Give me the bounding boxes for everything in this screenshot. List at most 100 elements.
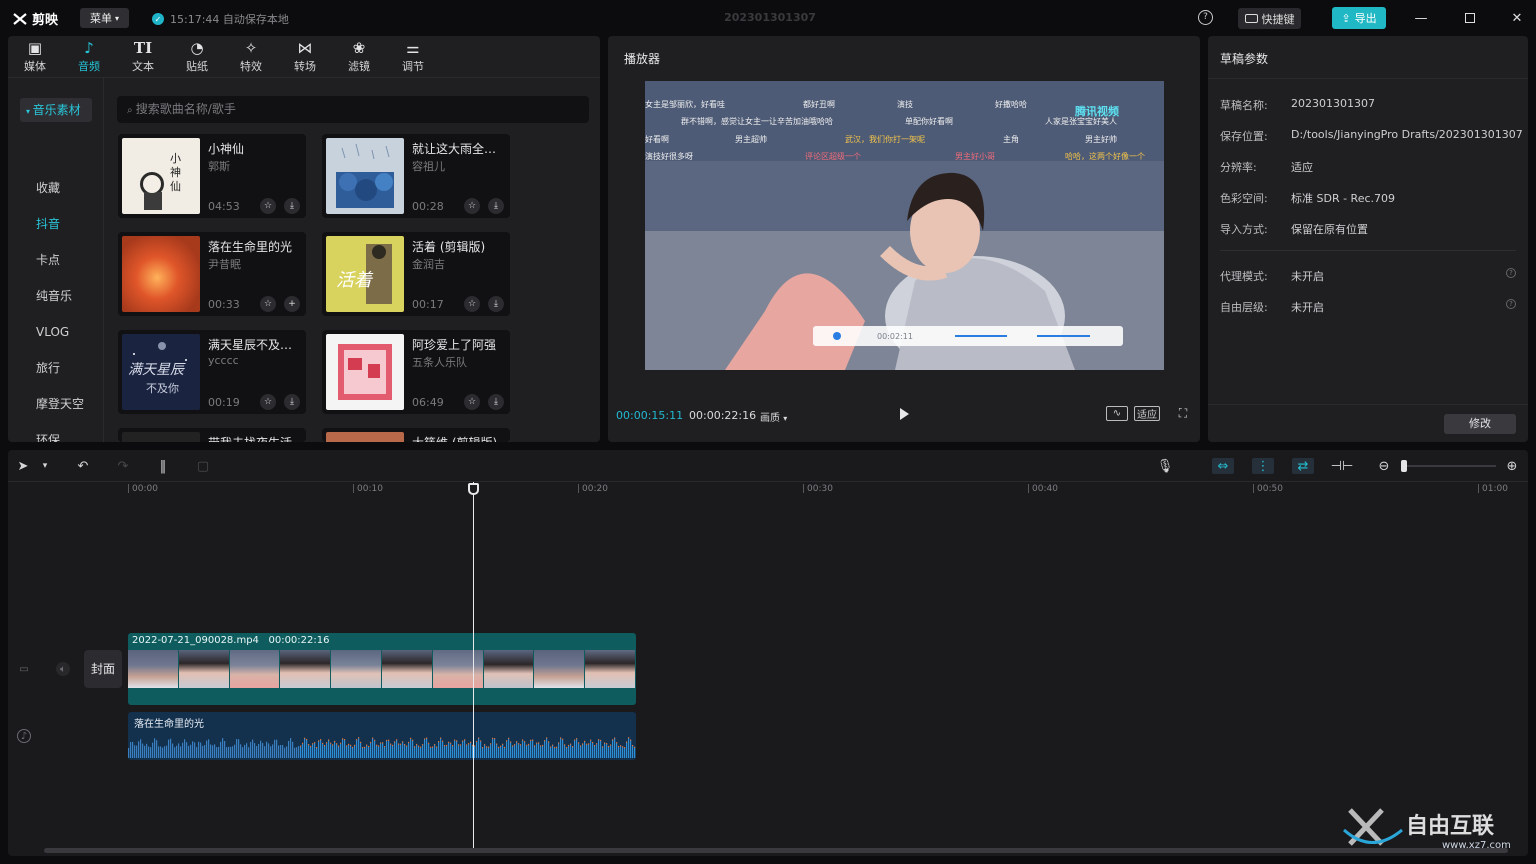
video-clip[interactable]: 2022-07-21_090028.mp4 00:00:22:16 (128, 633, 636, 705)
play-icon[interactable] (897, 407, 911, 421)
sidebar-item-favorites[interactable]: 收藏 (20, 176, 92, 200)
zoom-slider-handle[interactable] (1401, 460, 1407, 472)
export-icon: ⇪ (1341, 11, 1351, 25)
undo-icon[interactable]: ↶ (74, 458, 92, 474)
zoom-in-icon[interactable]: ⊕ (1503, 458, 1521, 474)
song-card[interactable]: 小神仙 小神仙 郭斯 04:53 ☆ ⤓ (118, 134, 306, 218)
danmaku-text: 男主好帅 (1085, 135, 1117, 144)
redo-icon[interactable]: ↷ (114, 458, 132, 474)
tab-filter[interactable]: ❀ 滤镜 (332, 36, 386, 78)
menu-button[interactable]: 菜单 ▾ (80, 8, 129, 28)
song-card[interactable]: 活着 活着 (剪辑版) 金润吉 00:17 ☆ ⤓ (322, 232, 510, 316)
waveform-icon[interactable]: ∿ (1106, 406, 1128, 421)
tab-media[interactable]: ▣ 媒体 (8, 36, 62, 78)
ruler-tick (803, 484, 804, 493)
svg-text:不及你: 不及你 (146, 382, 179, 395)
select-cursor-icon[interactable]: ➤ (14, 458, 32, 474)
sidebar-item-eco[interactable]: 环保 (20, 428, 92, 442)
favorite-star-icon[interactable]: ☆ (260, 198, 276, 214)
favorite-star-icon[interactable]: ☆ (464, 198, 480, 214)
song-card[interactable]: 落在生命里的光 尹昔眠 00:33 ☆ + (118, 232, 306, 316)
cover-button[interactable]: 封面 (84, 650, 122, 688)
video-preview[interactable]: 女主是邹丽欣，好看哇 都好丑啊 演技 好撒哈哈 腾讯视频 群不错啊，感觉让女主一… (645, 81, 1164, 370)
help-icon[interactable]: ? (1198, 10, 1213, 25)
close-icon[interactable]: ✕ (1508, 9, 1526, 27)
chevron-down-icon[interactable]: ▾ (36, 458, 54, 474)
help-icon[interactable]: ? (1506, 299, 1516, 309)
zoom-out-icon[interactable]: ⊖ (1375, 458, 1393, 474)
music-search-input[interactable]: ⌕ 搜索歌曲名称/歌手 (117, 96, 589, 123)
minimize-icon[interactable]: — (1412, 9, 1430, 27)
overlay-time: 00:02:11 (877, 332, 913, 341)
danmaku-text: 好撒哈哈 (995, 100, 1027, 109)
caret-down-icon: ▾ (783, 414, 788, 423)
playhead-handle[interactable] (468, 483, 479, 495)
delete-icon[interactable]: ▢ (194, 458, 212, 474)
add-icon[interactable]: + (284, 296, 300, 312)
shortcut-button[interactable]: 快捷键 (1238, 8, 1301, 29)
download-icon[interactable]: ⤓ (488, 296, 504, 312)
danmaku-text: 女主是邹丽欣，好看哇 (645, 100, 725, 109)
sidebar-item-beat[interactable]: 卡点 (20, 248, 92, 272)
sidebar-item-music-library[interactable]: ▾ 音乐素材 (20, 98, 92, 122)
export-button[interactable]: ⇪ 导出 (1332, 7, 1386, 29)
download-icon[interactable]: ⤓ (284, 394, 300, 410)
split-icon[interactable]: ‖ (154, 458, 172, 474)
thumbnail (229, 650, 281, 688)
tab-label: 滤镜 (348, 60, 370, 73)
export-label: 导出 (1354, 12, 1377, 25)
ruler-tick (1253, 484, 1254, 493)
project-title: 202301301307 (724, 11, 816, 24)
app-logo: 剪映 (12, 9, 58, 28)
svg-text:活着: 活着 (336, 270, 374, 291)
zoom-slider[interactable] (1404, 465, 1496, 467)
draft-title: 草稿参数 (1220, 52, 1269, 66)
tab-effects[interactable]: ✧ 特效 (224, 36, 278, 78)
audio-icon: ♪ (84, 39, 94, 57)
volume-icon[interactable]: 🔈︎ (56, 662, 70, 676)
divider (1208, 404, 1528, 405)
song-card[interactable]: 就让这大雨全都... 容祖儿 00:28 ☆ ⤓ (322, 134, 510, 218)
favorite-star-icon[interactable]: ☆ (260, 394, 276, 410)
tab-text[interactable]: TI 文本 (116, 36, 170, 78)
sidebar-item-pure-music[interactable]: 纯音乐 (20, 284, 92, 308)
sidebar-item-travel[interactable]: 旅行 (20, 356, 92, 380)
linkage-icon[interactable]: ⇄ (1292, 458, 1314, 474)
ruler-label: 00:00 (132, 484, 158, 494)
ratio-button[interactable]: 适应 (1134, 406, 1160, 421)
timeline-panel: ➤ ▾ ↶ ↷ ‖ ▢ 🎙︎ ⇔ ⋮ ⇄ ⊣⊢ ⊖ ⊕ 00:00 00:10 … (8, 450, 1528, 856)
modify-button[interactable]: 修改 (1444, 414, 1516, 434)
sidebar-item-modern-sky[interactable]: 摩登天空 (20, 392, 92, 416)
auto-snap-icon[interactable]: ⋮ (1252, 458, 1274, 474)
song-artist: 尹昔眠 (208, 258, 241, 271)
song-card[interactable]: 带我去找夜生活 (118, 428, 306, 442)
tab-adjust[interactable]: ⚌ 调节 (386, 36, 440, 78)
song-duration: 00:28 (412, 200, 444, 213)
microphone-icon[interactable]: 🎙︎ (1156, 458, 1174, 474)
maximize-icon[interactable] (1461, 9, 1479, 27)
favorite-star-icon[interactable]: ☆ (260, 296, 276, 312)
song-card[interactable]: 阿珍爱上了阿强 五条人乐队 06:49 ☆ ⤓ (322, 330, 510, 414)
song-card[interactable]: 满天星辰 不及你 满天星辰不及你... ycccc 00:19 ☆ ⤓ (118, 330, 306, 414)
quality-dropdown[interactable]: 画质 ▾ (760, 409, 787, 424)
preview-axis-icon[interactable]: ⊣⊢ (1331, 458, 1354, 474)
download-icon[interactable]: ⤓ (488, 198, 504, 214)
sidebar-item-douyin[interactable]: 抖音 (20, 212, 92, 236)
download-icon[interactable]: ⤓ (488, 394, 504, 410)
free-layer-label: 自由层级: (1220, 301, 1268, 314)
song-card[interactable]: 大筷维 (剪辑版) (322, 428, 510, 442)
main-track-magnet-icon[interactable]: ⇔ (1212, 458, 1234, 474)
tab-transition[interactable]: ⋈ 转场 (278, 36, 332, 78)
playhead[interactable] (473, 482, 474, 848)
download-icon[interactable]: ⤓ (284, 198, 300, 214)
help-icon[interactable]: ? (1506, 268, 1516, 278)
tab-audio[interactable]: ♪ 音频 (62, 36, 116, 78)
horizontal-scrollbar[interactable] (44, 848, 1508, 853)
tab-sticker[interactable]: ◔ 贴纸 (170, 36, 224, 78)
fullscreen-icon[interactable]: ⛶ (1176, 406, 1190, 421)
audio-clip[interactable]: 落在生命里的光 (128, 712, 636, 760)
favorite-star-icon[interactable]: ☆ (464, 394, 480, 410)
song-cover (122, 432, 200, 442)
sidebar-item-vlog[interactable]: VLOG (20, 320, 92, 344)
favorite-star-icon[interactable]: ☆ (464, 296, 480, 312)
